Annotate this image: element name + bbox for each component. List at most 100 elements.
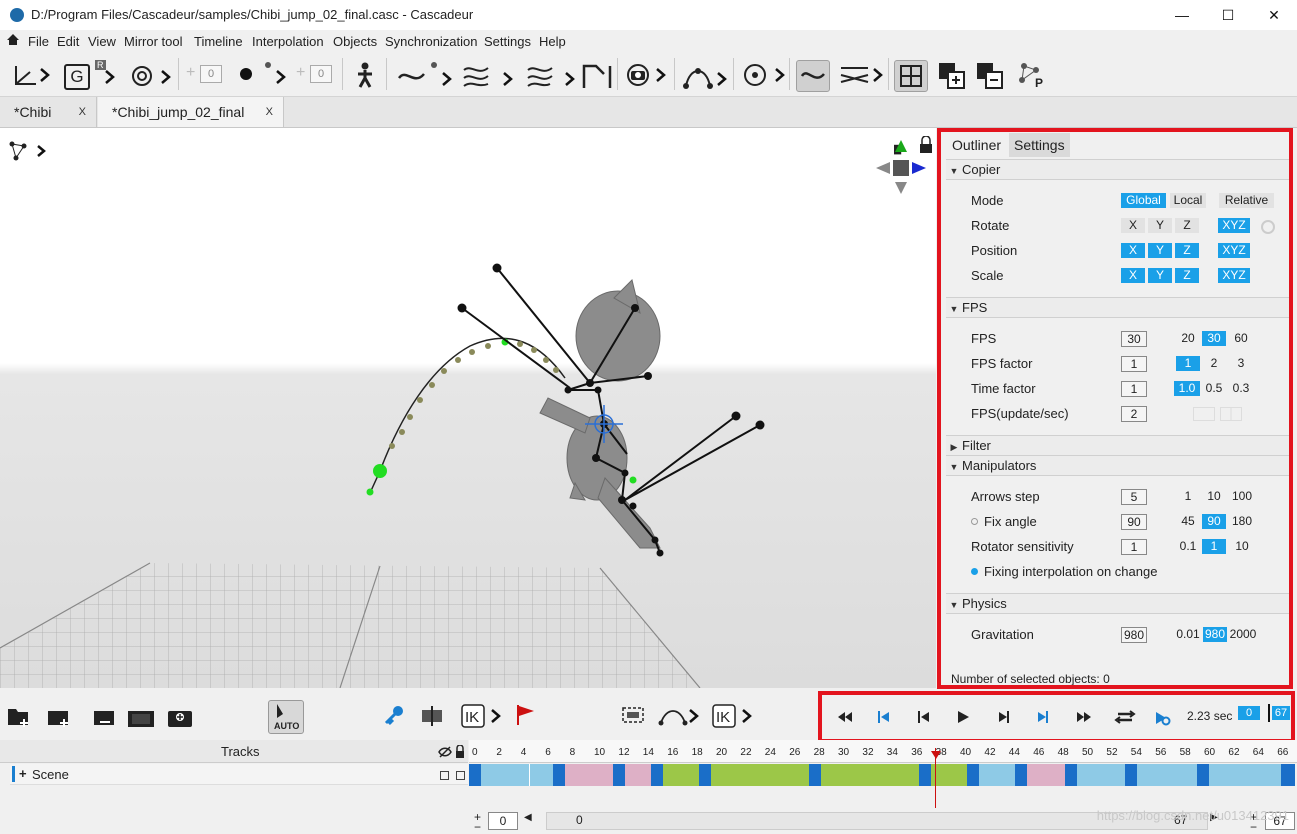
rotate-xyz-toggle[interactable]: XYZ (1218, 218, 1250, 233)
scroll-left-icon[interactable]: ◀ (524, 812, 532, 823)
zoom-out-icon[interactable]: − (474, 820, 481, 834)
arrows-step-input[interactable]: 5 (1121, 489, 1147, 505)
axes-tool-icon[interactable] (10, 62, 52, 88)
rotate-z-toggle[interactable]: Z (1175, 218, 1199, 233)
spiral-tool-icon[interactable] (104, 64, 174, 88)
menu-settings[interactable]: Settings (484, 34, 531, 49)
selection-mode-icon[interactable] (8, 140, 48, 164)
current-frame-field[interactable]: 0 (1238, 706, 1260, 720)
scale-y-toggle[interactable]: Y (1148, 268, 1172, 283)
frame-selection-icon[interactable] (620, 705, 646, 727)
section-copier[interactable]: ▼ Copier (946, 159, 1292, 180)
fps-factor-3-option[interactable]: 3 (1229, 356, 1253, 371)
flag-icon[interactable] (514, 703, 538, 727)
fix-angle-90-option[interactable]: 90 (1202, 514, 1226, 529)
gravitation-input[interactable]: 980 (1121, 627, 1147, 643)
menu-synchronization[interactable]: Synchronization (385, 34, 478, 49)
arrows-100-option[interactable]: 100 (1229, 489, 1255, 504)
section-physics[interactable]: ▼ Physics (946, 593, 1292, 614)
position-y-toggle[interactable]: Y (1148, 243, 1172, 258)
menu-file[interactable]: File (28, 34, 49, 49)
playback-controls[interactable] (836, 708, 1176, 726)
position-z-toggle[interactable]: Z (1175, 243, 1199, 258)
section-fps[interactable]: ▼ FPS (946, 297, 1292, 318)
fps-input[interactable]: 30 (1121, 331, 1147, 347)
section-filter[interactable]: ▶ Filter (946, 435, 1292, 456)
scene-lock-checkbox[interactable] (456, 771, 465, 780)
mode-local-toggle[interactable]: Local (1170, 193, 1206, 208)
lock-curves-icon[interactable] (838, 60, 886, 90)
keyframe-count-box-2[interactable]: 0 (310, 65, 332, 83)
minimize-button[interactable]: — (1159, 0, 1205, 30)
view-cube-gizmo[interactable] (872, 136, 934, 198)
auto-key-button[interactable]: AUTO (268, 700, 304, 734)
arrows-10-option[interactable]: 10 (1202, 489, 1226, 504)
key-icon[interactable] (382, 704, 406, 728)
fixing-interpolation-radio[interactable] (971, 568, 978, 575)
grid-view-button[interactable] (894, 60, 928, 92)
single-view-icon[interactable] (1193, 407, 1215, 421)
add-point-curve-icon[interactable] (682, 60, 730, 90)
section-manipulators[interactable]: ▼ Manipulators (946, 455, 1292, 476)
curve-mode-button[interactable] (796, 60, 830, 92)
position-x-toggle[interactable]: X (1121, 243, 1145, 258)
pivot-lock-icon[interactable] (740, 60, 788, 90)
scene-visible-checkbox[interactable] (440, 771, 449, 780)
gravitation-980-option[interactable]: 980 (1203, 627, 1227, 642)
menu-interpolation[interactable]: Interpolation (252, 34, 324, 49)
fps-factor-1-option[interactable]: 1 (1176, 356, 1200, 371)
curve-arrow-icon[interactable] (658, 703, 704, 729)
g-tool-icon[interactable]: G (64, 64, 90, 90)
key-arrow-icon[interactable] (262, 60, 292, 88)
tab-close-icon[interactable]: X (79, 97, 86, 127)
expand-scene-icon[interactable]: + (19, 766, 27, 781)
tab-chibi-jump[interactable]: *Chibi_jump_02_final X (98, 97, 284, 127)
time-factor-input[interactable]: 1 (1121, 381, 1147, 397)
ik-toggle-icon[interactable]: IK (460, 703, 506, 729)
menu-edit[interactable]: Edit (57, 34, 79, 49)
fix-angle-180-option[interactable]: 180 (1229, 514, 1255, 529)
fps-update-input[interactable]: 2 (1121, 406, 1147, 422)
arrows-1-option[interactable]: 1 (1176, 489, 1200, 504)
track-tools-icons[interactable] (6, 705, 206, 729)
split-keyframe-icon[interactable] (420, 704, 444, 728)
rotate-x-toggle[interactable]: X (1121, 218, 1145, 233)
tab-settings[interactable]: Settings (1009, 133, 1070, 157)
scene-track-row[interactable] (10, 764, 468, 785)
mode-relative-toggle[interactable]: Relative (1219, 193, 1274, 208)
tab-close-icon[interactable]: X (266, 97, 273, 127)
visibility-lock-icons[interactable] (438, 745, 466, 759)
3d-viewport[interactable] (0, 128, 936, 688)
plus-icon[interactable]: + (186, 64, 195, 82)
camera-rotate-icon[interactable] (625, 62, 673, 88)
maximize-button[interactable]: ☐ (1205, 0, 1251, 30)
menu-view[interactable]: View (88, 34, 116, 49)
position-xyz-toggle[interactable]: XYZ (1218, 243, 1250, 258)
scale-xyz-toggle[interactable]: XYZ (1218, 268, 1250, 283)
rotator-1-option[interactable]: 1 (1202, 539, 1226, 554)
keyframe-dot-icon[interactable] (240, 68, 252, 80)
menu-mirror-tool[interactable]: Mirror tool (124, 34, 183, 49)
time-factor-03-option[interactable]: 0.3 (1229, 381, 1253, 396)
rotator-01-option[interactable]: 0.1 (1176, 539, 1200, 554)
fps-30-option[interactable]: 30 (1202, 331, 1226, 346)
split-view-icon[interactable] (1220, 407, 1242, 421)
fps-factor-2-option[interactable]: 2 (1202, 356, 1226, 371)
physics-points-icon[interactable]: P (1016, 60, 1048, 90)
mode-global-toggle[interactable]: Global (1121, 193, 1166, 208)
keyframe-count-box[interactable]: 0 (200, 65, 222, 83)
time-factor-05-option[interactable]: 0.5 (1202, 381, 1226, 396)
fps-factor-input[interactable]: 1 (1121, 356, 1147, 372)
character-icon[interactable] (353, 62, 377, 88)
fix-angle-input[interactable]: 90 (1121, 514, 1147, 530)
scale-x-toggle[interactable]: X (1121, 268, 1145, 283)
rotate-y-toggle[interactable]: Y (1148, 218, 1172, 233)
ik-mode-icon[interactable]: IK (711, 703, 757, 729)
playhead-marker[interactable] (931, 751, 941, 759)
tab-chibi[interactable]: *Chibi X (0, 97, 97, 127)
time-factor-1-option[interactable]: 1.0 (1174, 381, 1200, 396)
plus-icon-2[interactable]: + (296, 64, 305, 82)
close-button[interactable]: ✕ (1251, 0, 1297, 30)
fix-angle-radio[interactable] (971, 518, 978, 525)
scale-z-toggle[interactable]: Z (1175, 268, 1199, 283)
